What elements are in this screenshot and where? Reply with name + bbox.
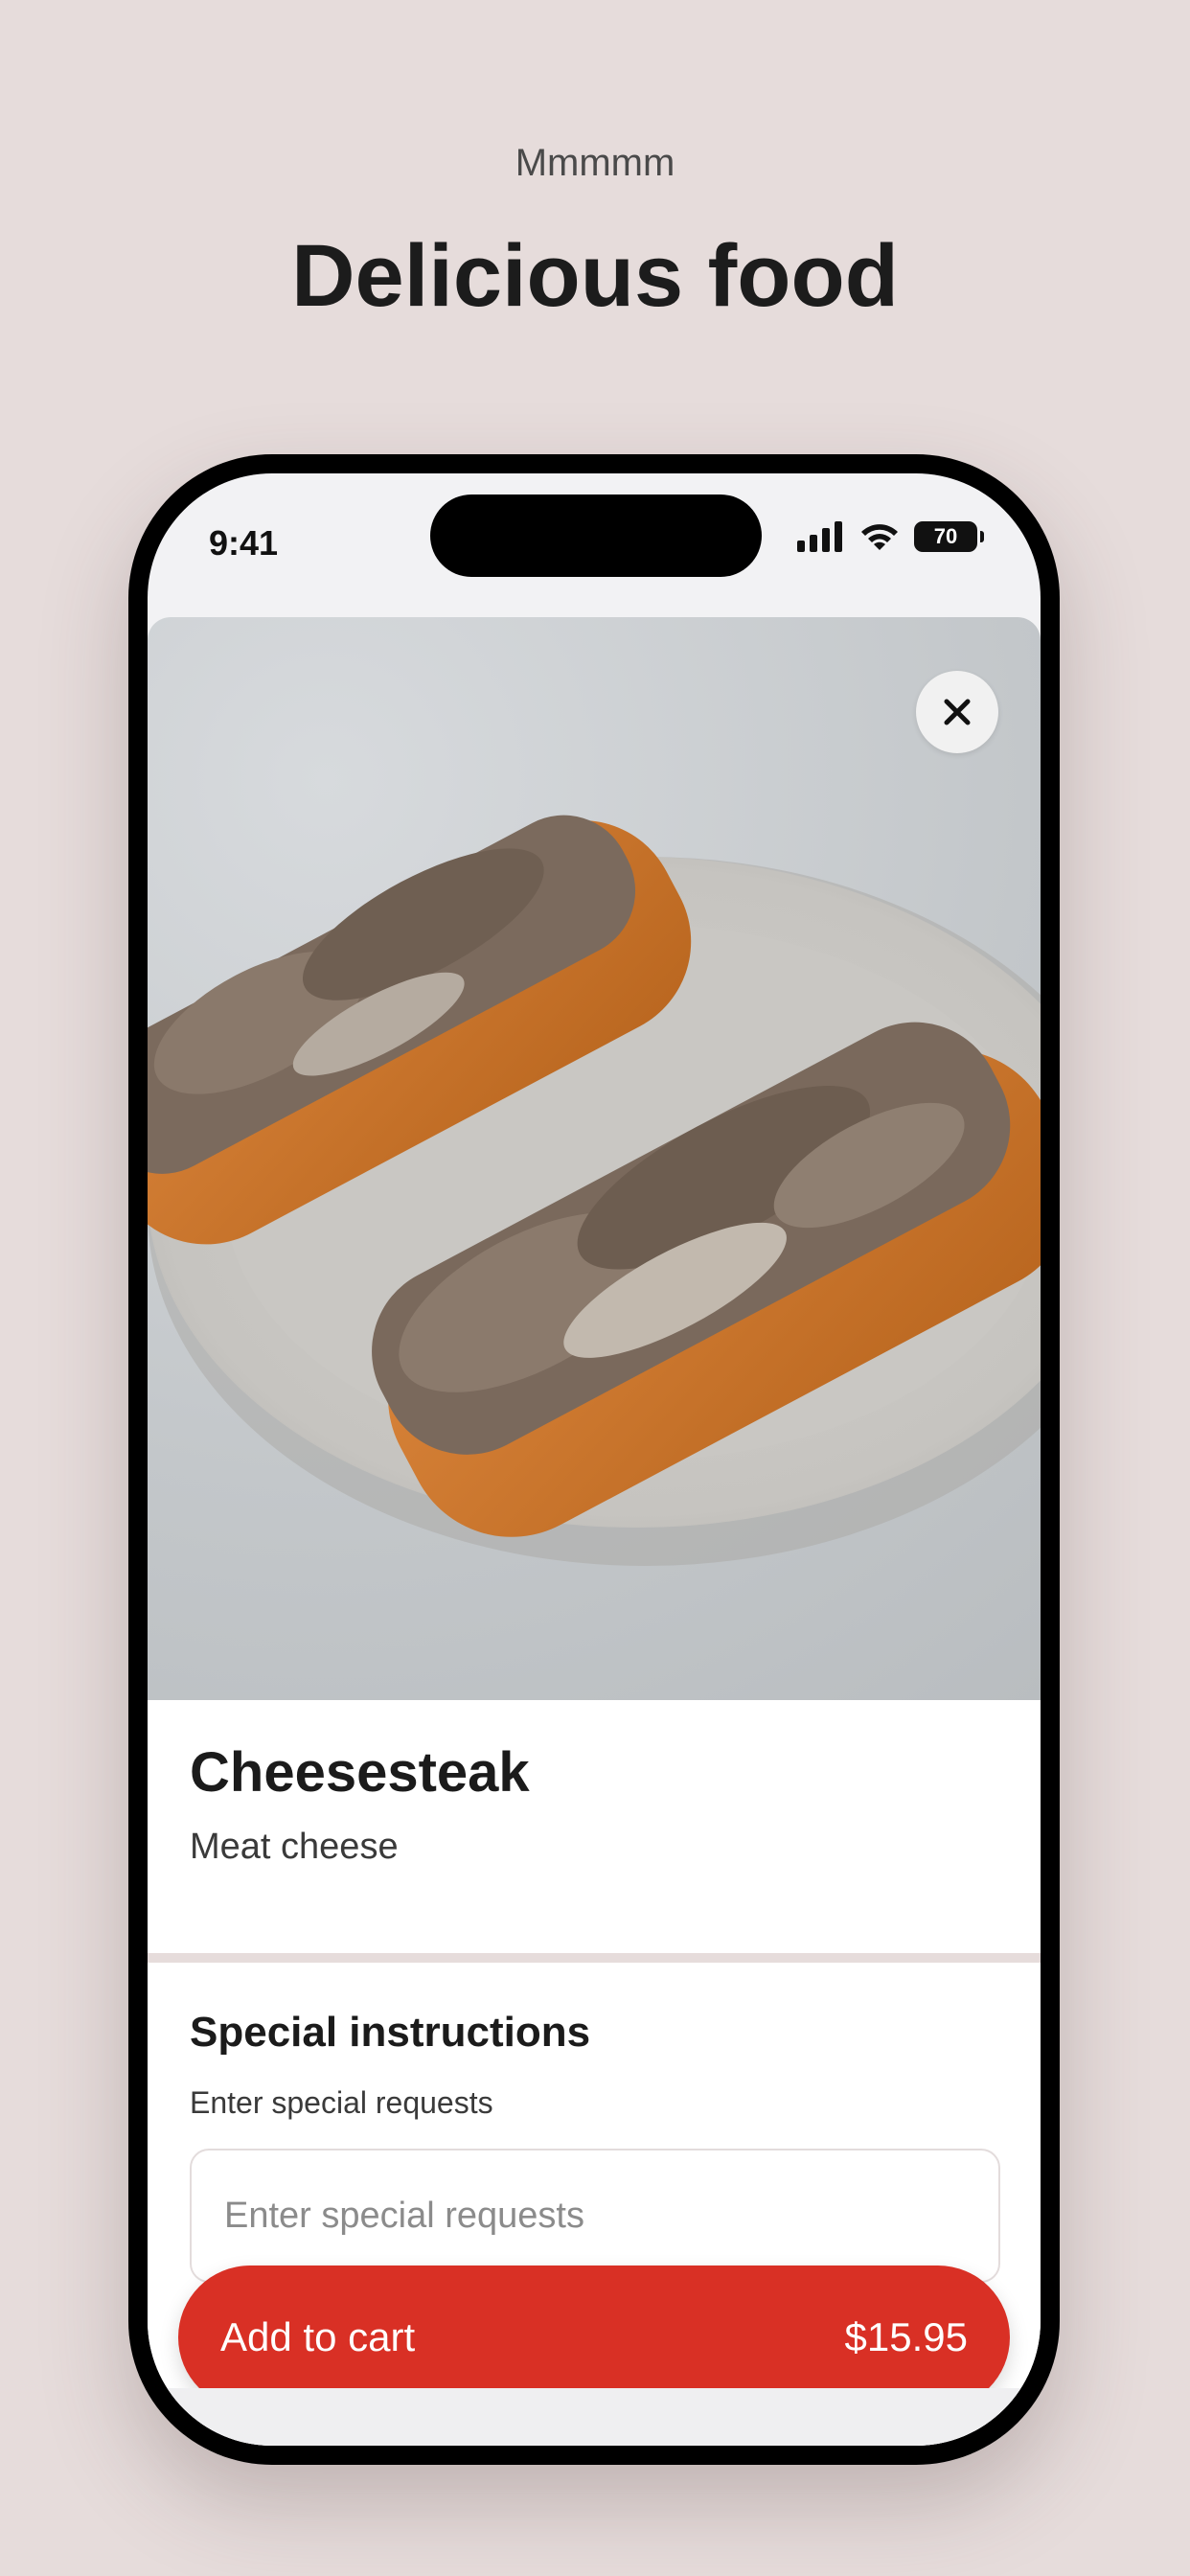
status-time: 9:41 <box>209 523 279 563</box>
close-button[interactable] <box>916 671 998 753</box>
item-sheet: Cheesesteak Meat cheese Special instruct… <box>148 617 1041 2446</box>
item-title: Cheesesteak <box>190 1741 530 1804</box>
status-icons: 70 <box>797 521 984 552</box>
battery-level: 70 <box>933 524 958 548</box>
battery-icon: 70 <box>914 521 984 552</box>
special-instructions-title: Special instructions <box>190 2009 591 2056</box>
page-eyebrow: Mmmmm <box>515 142 675 184</box>
item-description: Meat cheese <box>190 1827 399 1867</box>
special-requests-input[interactable] <box>190 2149 1000 2283</box>
wifi-icon <box>861 524 898 550</box>
cellular-signal-icon <box>797 521 842 552</box>
add-to-cart-label: Add to cart <box>220 2314 416 2359</box>
close-icon <box>944 699 971 725</box>
page-headline: Delicious food <box>291 227 899 325</box>
section-divider <box>148 1953 1041 1963</box>
cheesesteak-image <box>148 815 1041 1566</box>
cart-price: $15.95 <box>844 2314 968 2359</box>
item-photo <box>148 617 1041 1700</box>
phone-frame: 9:41 70 Cheesesteak Meat cheese Special … <box>128 454 1060 2465</box>
dynamic-island <box>430 494 762 577</box>
special-instructions-label: Enter special requests <box>190 2085 493 2120</box>
bottom-safe-area <box>148 2388 1041 2446</box>
phone-screen: 9:41 70 Cheesesteak Meat cheese Special … <box>148 473 1041 2446</box>
